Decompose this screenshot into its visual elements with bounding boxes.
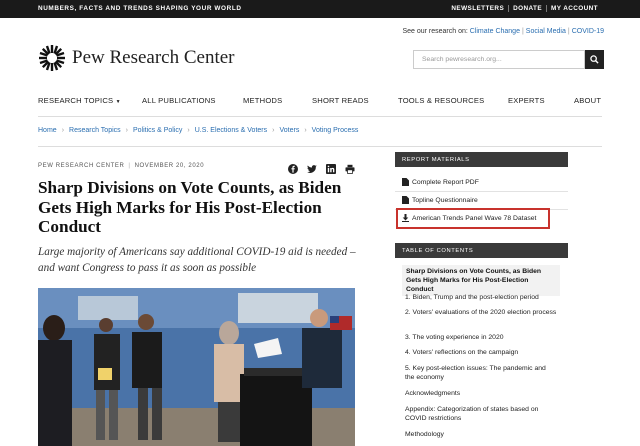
site-tagline: NUMBERS, FACTS AND TRENDS SHAPING YOUR W… (38, 5, 242, 12)
social-media-link[interactable]: Social Media (526, 28, 566, 35)
article-source: PEW RESEARCH CENTER (38, 163, 125, 169)
nav-research-topics[interactable]: RESEARCH TOPICS ▼ (38, 96, 121, 105)
nav-short-reads[interactable]: SHORT READS (312, 96, 369, 105)
research-on-bar: See our research on: Climate Change | Soci… (402, 28, 604, 35)
climate-change-link[interactable]: Climate Change (470, 28, 520, 35)
top-links: NEWSLETTERS DONATE MY ACCOUNT (447, 5, 602, 12)
material-label: Topline Questionnaire (412, 196, 478, 204)
nav-divider (38, 116, 602, 117)
material-label: Complete Report PDF (412, 178, 479, 186)
nav-tools-resources[interactable]: TOOLS & RESOURCES (398, 96, 484, 105)
toc-item[interactable]: 2. Voters' evaluations of the 2020 elect… (405, 308, 557, 317)
site-logo[interactable]: Pew Research Center (38, 44, 235, 72)
nav-experts[interactable]: EXPERTS (508, 96, 545, 105)
twitter-icon[interactable] (307, 161, 317, 173)
article-date: NOVEMBER 20, 2020 (134, 163, 205, 169)
donate-link[interactable]: DONATE (508, 5, 546, 12)
search-input[interactable]: Search pewresearch.org... (413, 50, 585, 69)
complete-report-pdf-link[interactable]: Complete Report PDF (402, 178, 479, 186)
share-tools (288, 161, 355, 174)
toc-item[interactable]: 1. Biden, Trump and the post-election pe… (405, 293, 557, 302)
article-headline: Sharp Divisions on Vote Counts, as Biden… (38, 178, 342, 236)
breadcrumb-research-topics[interactable]: Research Topics (69, 127, 121, 134)
toc-item[interactable]: Acknowledgments (405, 389, 557, 398)
breadcrumb-elections-voters[interactable]: U.S. Elections & Voters (195, 127, 267, 134)
breadcrumb-home[interactable]: Home (38, 127, 57, 134)
my-account-link[interactable]: MY ACCOUNT (546, 5, 602, 12)
newsletters-link[interactable]: NEWSLETTERS (447, 5, 508, 12)
article-meta: PEW RESEARCH CENTER | NOVEMBER 20, 2020 (38, 163, 205, 169)
report-materials-header: REPORT MATERIALS (395, 152, 568, 167)
toc-item[interactable]: 5. Key post-election issues: The pandemi… (405, 364, 557, 382)
article-photo (38, 288, 355, 446)
highlight-annotation (396, 208, 550, 229)
voting-scene-illustration (38, 288, 355, 446)
breadcrumb-voters[interactable]: Voters (279, 127, 299, 134)
search-icon (590, 55, 599, 64)
nav-about[interactable]: ABOUT (574, 96, 601, 105)
toc-current-item[interactable]: Sharp Divisions on Vote Counts, as Biden… (402, 265, 560, 296)
covid-19-link[interactable]: COVID-19 (572, 28, 604, 35)
search-button[interactable] (585, 50, 604, 69)
chevron-right-icon: › (187, 127, 190, 134)
research-on-label: See our research on: (402, 28, 468, 35)
caret-down-icon: ▼ (115, 99, 121, 105)
linkedin-icon[interactable] (326, 161, 336, 174)
toc-header: TABLE OF CONTENTS (395, 243, 568, 258)
brand-name: Pew Research Center (72, 47, 235, 68)
nav-methods[interactable]: METHODS (243, 96, 282, 105)
facebook-icon[interactable] (288, 161, 298, 174)
toc-item[interactable]: Methodology (405, 430, 557, 439)
print-icon[interactable] (345, 161, 355, 174)
materials-divider (395, 191, 568, 192)
toc-item[interactable]: 3. The voting experience in 2020 (405, 333, 557, 342)
nav-label: RESEARCH TOPICS (38, 96, 114, 105)
breadcrumb-politics-policy[interactable]: Politics & Policy (133, 127, 182, 134)
top-bar: NUMBERS, FACTS AND TRENDS SHAPING YOUR W… (0, 0, 640, 18)
site-search: Search pewresearch.org... (413, 50, 604, 69)
breadcrumb-voting-process[interactable]: Voting Process (312, 127, 359, 134)
chevron-right-icon: › (272, 127, 275, 134)
breadcrumb: Home › Research Topics › Politics & Policy › U… (38, 127, 358, 134)
chevron-right-icon: › (304, 127, 307, 134)
nav-all-publications[interactable]: ALL PUBLICATIONS (142, 96, 216, 105)
article-dek: Large majority of Americans say addition… (38, 246, 356, 274)
pew-starburst-icon (39, 45, 65, 71)
main-nav: RESEARCH TOPICS ▼ ALL PUBLICATIONS METHO… (38, 96, 601, 108)
document-icon (402, 196, 409, 204)
topline-questionnaire-link[interactable]: Topline Questionnaire (402, 196, 478, 204)
toc-item[interactable]: Appendix: Categorization of states based… (405, 405, 557, 423)
chevron-right-icon: › (61, 127, 65, 134)
pdf-file-icon (402, 178, 409, 186)
breadcrumb-divider (38, 146, 602, 147)
toc-item[interactable]: 4. Voters' reflections on the campaign (405, 348, 557, 357)
chevron-right-icon: › (125, 127, 128, 134)
